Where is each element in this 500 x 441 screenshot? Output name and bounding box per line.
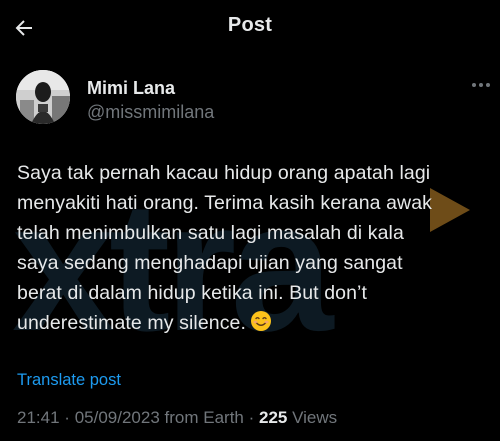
post-source: from Earth <box>164 408 244 427</box>
post-time[interactable]: 21:41 <box>17 408 60 427</box>
smiling-face-emoji-icon <box>251 311 272 331</box>
more-options-button[interactable] <box>468 75 494 95</box>
page-title: Post <box>227 14 273 36</box>
translate-post-link[interactable]: Translate post <box>17 371 121 390</box>
post-screen: Post Mimi Lana @missmimilana xtra Saya t… <box>0 0 500 441</box>
post-author: Mimi Lana @missmimilana <box>16 70 490 130</box>
more-horizontal-icon <box>472 83 490 87</box>
avatar[interactable] <box>16 70 70 124</box>
post-text-line: saya sedang menghadapi ujian yang sangat <box>17 252 403 274</box>
post-text-line-last: underestimate my silence. <box>17 308 487 338</box>
post-text-line: berat di dalam hidup ketika ini. But don… <box>17 282 367 304</box>
post-date[interactable]: 05/09/2023 <box>75 408 160 427</box>
post-text: Saya tak pernah kacau hidup orang apatah… <box>17 158 487 338</box>
post-text-line: underestimate my silence. <box>17 312 247 334</box>
meta-separator: · <box>248 408 255 427</box>
views-label: Views <box>292 408 338 427</box>
meta-separator: · <box>64 408 70 427</box>
display-name[interactable]: Mimi Lana <box>87 78 175 99</box>
views-count: 225 <box>259 408 288 427</box>
post-text-line: Saya tak pernah kacau hidup orang apatah… <box>17 162 431 184</box>
avatar-photo <box>16 70 70 124</box>
post-text-line: telah menimbulkan satu lagi masalah di k… <box>17 222 404 244</box>
post-metadata: 21:41 · 05/09/2023 from Earth · 225 View… <box>17 408 337 428</box>
user-handle[interactable]: @missmimilana <box>87 102 214 123</box>
post-text-line: menyakiti hati orang. Terima kasih keran… <box>17 192 433 214</box>
top-bar: Post <box>0 0 500 56</box>
